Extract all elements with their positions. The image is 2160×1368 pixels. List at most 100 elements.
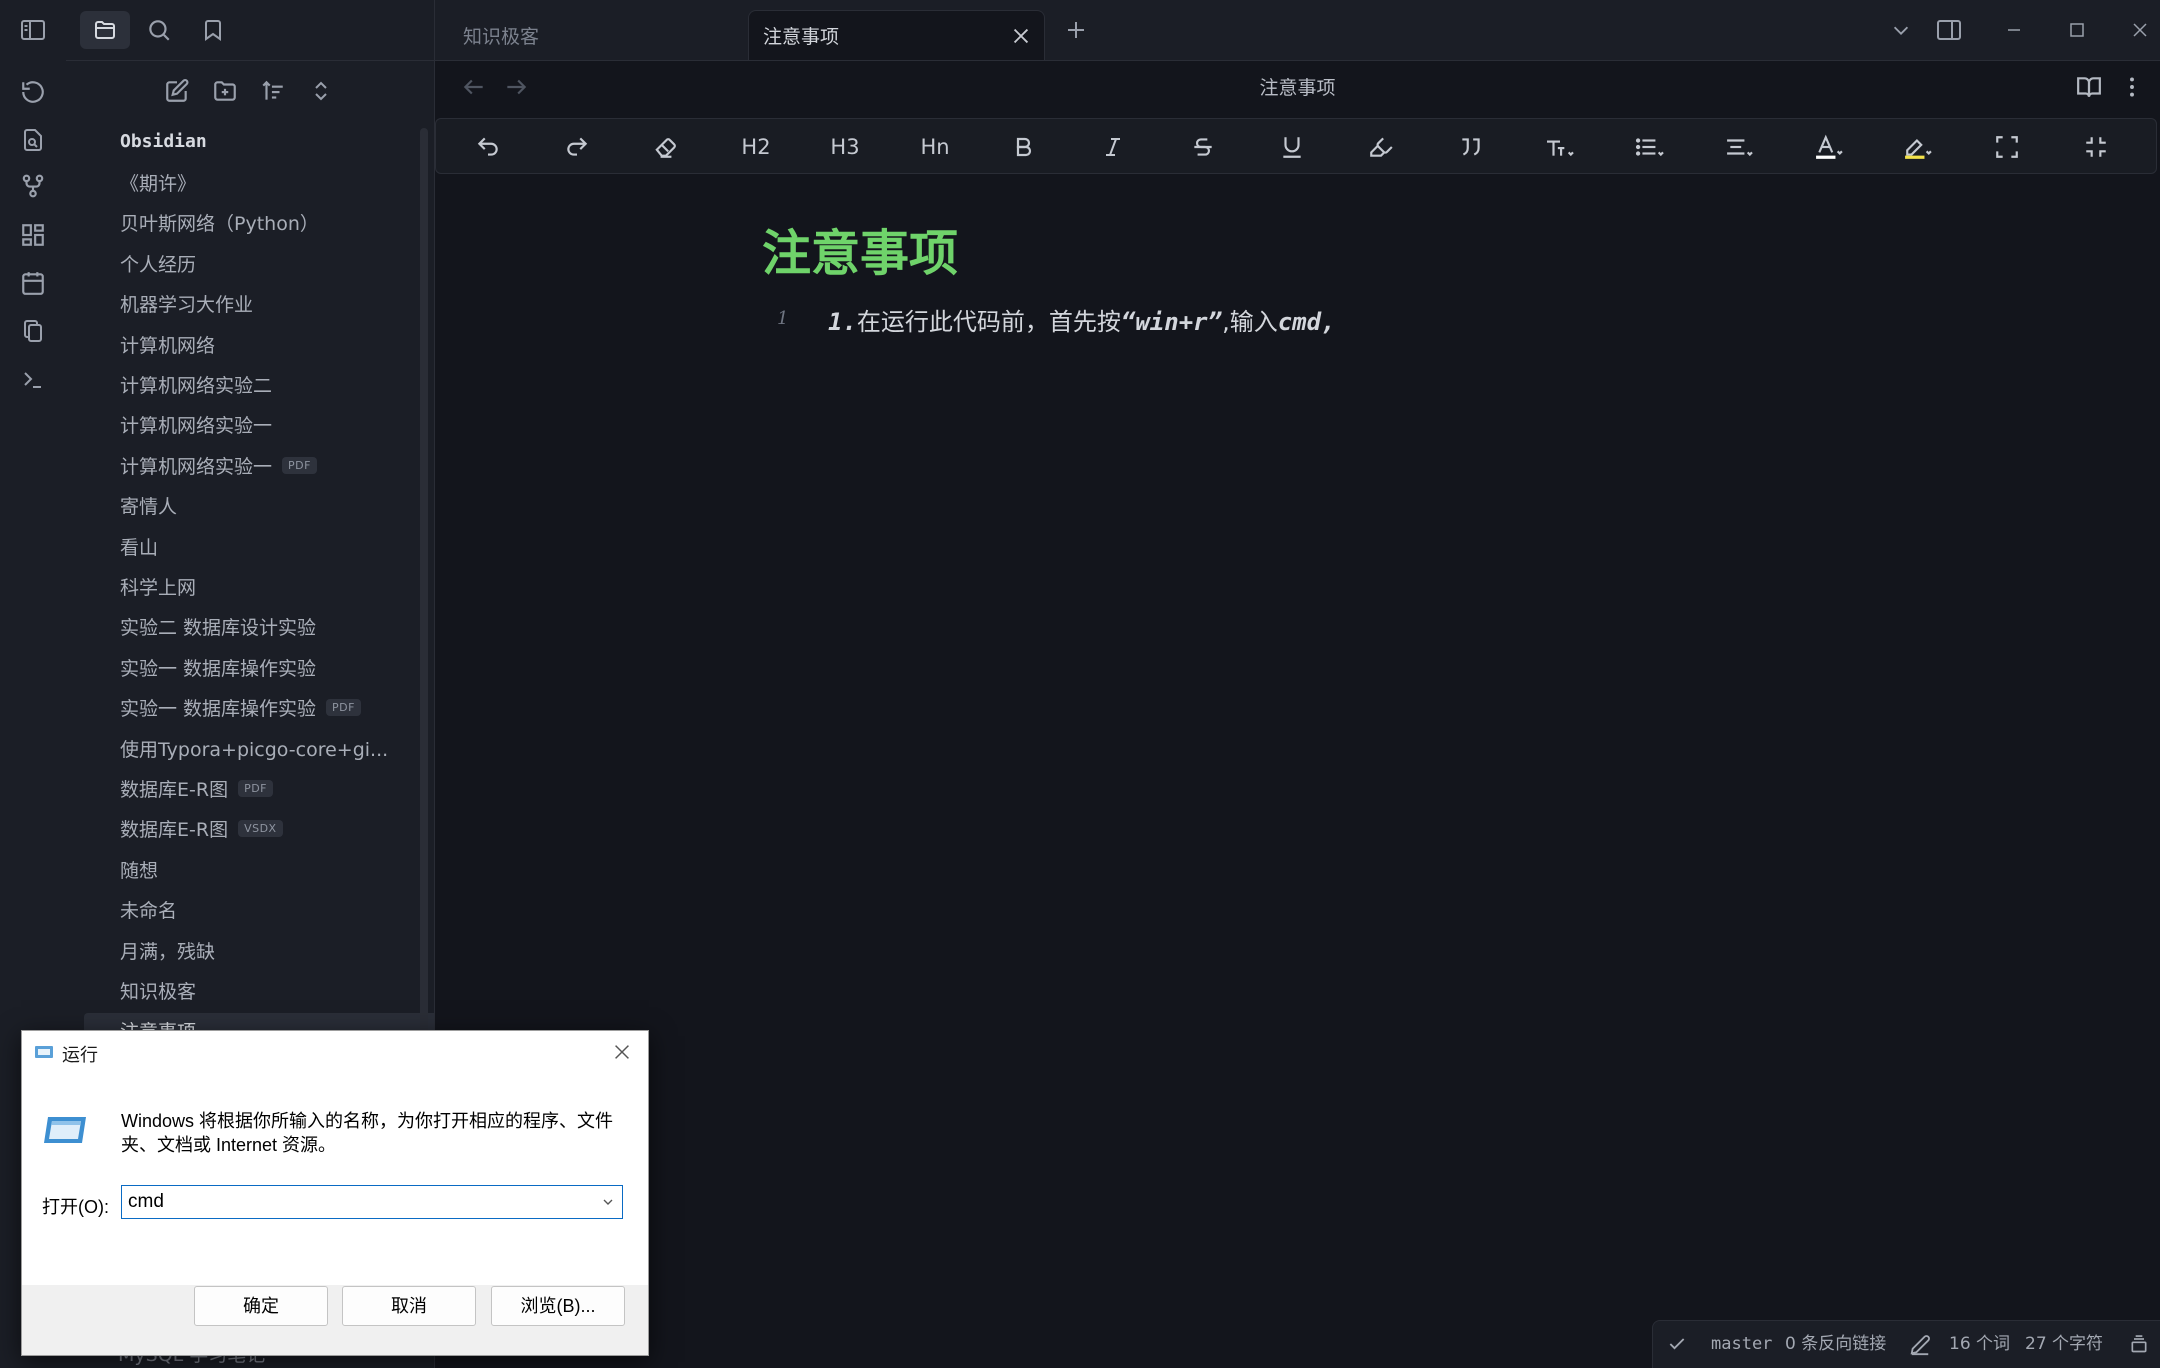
reading-view-icon[interactable]: [2076, 74, 2104, 102]
more-options-icon[interactable]: [2119, 74, 2147, 102]
file-explorer-tab-icon[interactable]: [80, 11, 130, 49]
file-name: 随想: [120, 859, 159, 882]
tab-knowledge[interactable]: 知识极客: [435, 10, 747, 60]
file-name: 计算机网络实验一: [120, 455, 273, 478]
file-item[interactable]: 实验一 数据库操作实验 PDF: [120, 690, 434, 724]
search-tab-icon[interactable]: [134, 11, 184, 49]
pencil-icon[interactable]: [1909, 1334, 1931, 1356]
heading-3-button[interactable]: H3: [823, 131, 867, 163]
right-sidebar-toggle-icon[interactable]: [1935, 16, 1963, 44]
run-app-icon: [34, 1043, 54, 1061]
file-item[interactable]: 计算机网络: [120, 327, 434, 361]
editing-toolbar: H2 H3 Hn: [435, 118, 2157, 174]
text-size-icon[interactable]: [1538, 131, 1582, 163]
run-dialog-titlebar[interactable]: 运行: [22, 1031, 648, 1073]
run-dialog-title: 运行: [62, 1045, 98, 1065]
open-file-icon[interactable]: [17, 124, 49, 156]
file-item[interactable]: 《期许》: [120, 165, 434, 199]
file-name: 计算机网络实验一: [120, 414, 273, 437]
close-icon[interactable]: [1010, 25, 1032, 47]
vault-name[interactable]: Obsidian: [120, 124, 434, 158]
browse-button[interactable]: 浏览(B)...: [491, 1286, 625, 1326]
file-item[interactable]: 计算机网络实验一 PDF: [120, 448, 434, 482]
align-icon[interactable]: [1717, 131, 1761, 163]
bookmark-tab-icon[interactable]: [188, 11, 238, 49]
tab-active-note[interactable]: 注意事项: [748, 10, 1045, 60]
file-item[interactable]: 知识极客: [120, 973, 434, 1007]
bold-icon[interactable]: [1002, 131, 1046, 163]
expand-collapse-icon[interactable]: [304, 74, 338, 108]
file-item[interactable]: 个人经历: [120, 246, 434, 280]
file-item[interactable]: 计算机网络实验一: [120, 407, 434, 441]
file-item[interactable]: 未命名: [120, 892, 434, 926]
file-name: 数据库E-R图: [120, 818, 229, 841]
layers-icon[interactable]: [2129, 1334, 2149, 1354]
cancel-button[interactable]: 取消: [342, 1286, 476, 1326]
canvas-grid-icon[interactable]: [17, 219, 49, 251]
copy-files-icon[interactable]: [17, 315, 49, 347]
file-item[interactable]: 贝叶斯网络（Python）: [120, 205, 434, 239]
redo-icon[interactable]: [555, 131, 599, 163]
line-number: 1: [777, 308, 789, 329]
maximize-icon[interactable]: [2063, 16, 2091, 44]
file-item[interactable]: 月满，残缺: [120, 933, 434, 967]
run-command-input[interactable]: cmd: [121, 1185, 623, 1219]
file-item[interactable]: 随想: [120, 852, 434, 886]
forward-arrow-icon[interactable]: [503, 74, 531, 102]
file-item[interactable]: 计算机网络实验二: [120, 367, 434, 401]
status-bar: master 0 条反向链接 16 个词 27 个字符: [1652, 1320, 2160, 1368]
sidebar-scrollbar[interactable]: [420, 128, 428, 1038]
list-icon[interactable]: [1628, 131, 1672, 163]
editor-line[interactable]: 1.在运行此代码前，首先按“win+r”,输入cmd,: [828, 302, 1336, 337]
file-item[interactable]: 实验二 数据库设计实验: [120, 609, 434, 643]
file-type-badge: PDF: [238, 779, 274, 797]
file-name: 计算机网络实验二: [120, 374, 273, 397]
background-color-icon[interactable]: [1896, 131, 1940, 163]
undo-icon[interactable]: [466, 131, 510, 163]
exit-fullscreen-icon[interactable]: [2074, 131, 2118, 163]
note-title[interactable]: 注意事项: [762, 214, 958, 285]
heading-n-button[interactable]: Hn: [913, 131, 957, 163]
file-item[interactable]: 科学上网: [120, 569, 434, 603]
file-item[interactable]: 数据库E-R图 VSDX: [120, 811, 434, 845]
blockquote-icon[interactable]: [1449, 131, 1493, 163]
window-close-icon[interactable]: [2126, 16, 2154, 44]
chevron-down-icon[interactable]: [600, 1194, 616, 1210]
check-icon[interactable]: [1667, 1334, 1687, 1354]
italic-icon[interactable]: [1091, 131, 1135, 163]
run-command-value: cmd: [128, 1191, 164, 1212]
terminal-icon[interactable]: [17, 364, 49, 396]
strikethrough-icon[interactable]: [1181, 131, 1225, 163]
sidebar-toggle-icon[interactable]: [17, 14, 49, 46]
close-icon[interactable]: [611, 1041, 633, 1063]
underline-icon[interactable]: [1270, 131, 1314, 163]
graph-view-icon[interactable]: [17, 170, 49, 202]
file-item[interactable]: 使用Typora+picgo-core+gi...: [120, 731, 434, 765]
font-color-icon[interactable]: [1807, 131, 1851, 163]
sort-icon[interactable]: [256, 74, 290, 108]
back-arrow-icon[interactable]: [461, 74, 489, 102]
minimize-icon[interactable]: [2000, 16, 2028, 44]
view-header: 注意事项: [435, 60, 2160, 116]
file-item[interactable]: 看山: [120, 529, 434, 563]
ok-button[interactable]: 确定: [194, 1286, 328, 1326]
file-name: 未命名: [120, 899, 178, 922]
sync-history-icon[interactable]: [17, 76, 49, 108]
heading-2-button[interactable]: H2: [734, 131, 778, 163]
backlinks-count[interactable]: 0 条反向链接: [1785, 1321, 1886, 1367]
calendar-icon[interactable]: [17, 267, 49, 299]
git-branch[interactable]: master: [1711, 1321, 1772, 1367]
chevron-down-icon[interactable]: [1887, 16, 1915, 44]
eraser-icon[interactable]: [644, 131, 688, 163]
fullscreen-icon[interactable]: [1985, 131, 2029, 163]
new-tab-icon[interactable]: [1062, 16, 1090, 44]
file-item[interactable]: 寄情人: [120, 488, 434, 522]
file-item[interactable]: 实验一 数据库操作实验: [120, 650, 434, 684]
file-item[interactable]: 机器学习大作业: [120, 286, 434, 320]
highlighter-icon[interactable]: [1359, 131, 1403, 163]
code-text: cmd,: [1277, 308, 1336, 336]
new-folder-icon[interactable]: [208, 74, 242, 108]
new-note-icon[interactable]: [160, 74, 194, 108]
file-item[interactable]: 数据库E-R图 PDF: [120, 771, 434, 805]
view-title: 注意事项: [1259, 77, 1336, 99]
